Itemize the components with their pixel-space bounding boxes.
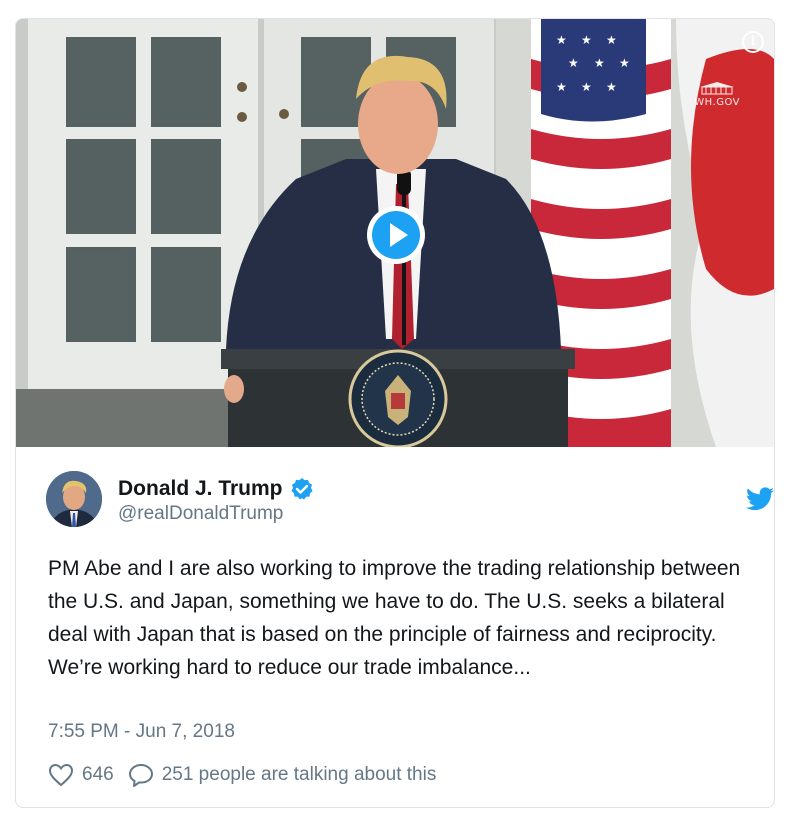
svg-text:★: ★ <box>556 80 567 94</box>
like-count: 646 <box>82 764 114 785</box>
talking-label: 251 people are talking about this <box>161 764 437 785</box>
svg-text:★: ★ <box>594 56 605 70</box>
author-name[interactable]: Donald J. Trump <box>118 477 283 501</box>
svg-text:★: ★ <box>581 80 592 94</box>
svg-text:★: ★ <box>568 56 579 70</box>
like-button[interactable]: 646 <box>48 763 114 787</box>
avatar[interactable] <box>46 471 102 527</box>
white-house-logo-icon <box>700 82 735 95</box>
svg-text:★: ★ <box>606 33 617 47</box>
heart-icon <box>48 763 74 787</box>
play-button-icon[interactable] <box>366 205 426 265</box>
svg-text:★: ★ <box>606 80 617 94</box>
avatar-image <box>46 471 102 527</box>
tweet-text: PM Abe and I are also working to improve… <box>48 557 741 679</box>
svg-text:★: ★ <box>581 33 592 47</box>
twitter-bird-icon[interactable] <box>746 487 774 511</box>
tweet-actions: 646 251 people are talking about this <box>48 763 436 787</box>
tweet-card[interactable]: ★ ★ ★ ★ ★ ★ ★ ★ ★ WH.GOV i Donald J. Tru… <box>15 18 775 808</box>
svg-text:★: ★ <box>619 56 630 70</box>
reply-talking-link[interactable]: 251 people are talking about this <box>128 763 437 787</box>
verified-badge-icon <box>290 478 313 500</box>
tweet-timestamp[interactable]: 7:55 PM - Jun 7, 2018 <box>48 721 235 743</box>
speech-bubble-icon <box>128 764 153 787</box>
tweet-author: Donald J. Trump @realDonaldTrump <box>46 471 774 531</box>
author-handle[interactable]: @realDonaldTrump <box>118 503 283 525</box>
svg-text:★: ★ <box>556 33 567 47</box>
info-icon[interactable]: i <box>742 31 764 53</box>
video-player[interactable]: ★ ★ ★ ★ ★ ★ ★ ★ ★ WH.GOV i <box>16 19 774 447</box>
watermark-text: WH.GOV <box>694 97 740 108</box>
white-house-watermark: WH.GOV <box>694 81 740 108</box>
